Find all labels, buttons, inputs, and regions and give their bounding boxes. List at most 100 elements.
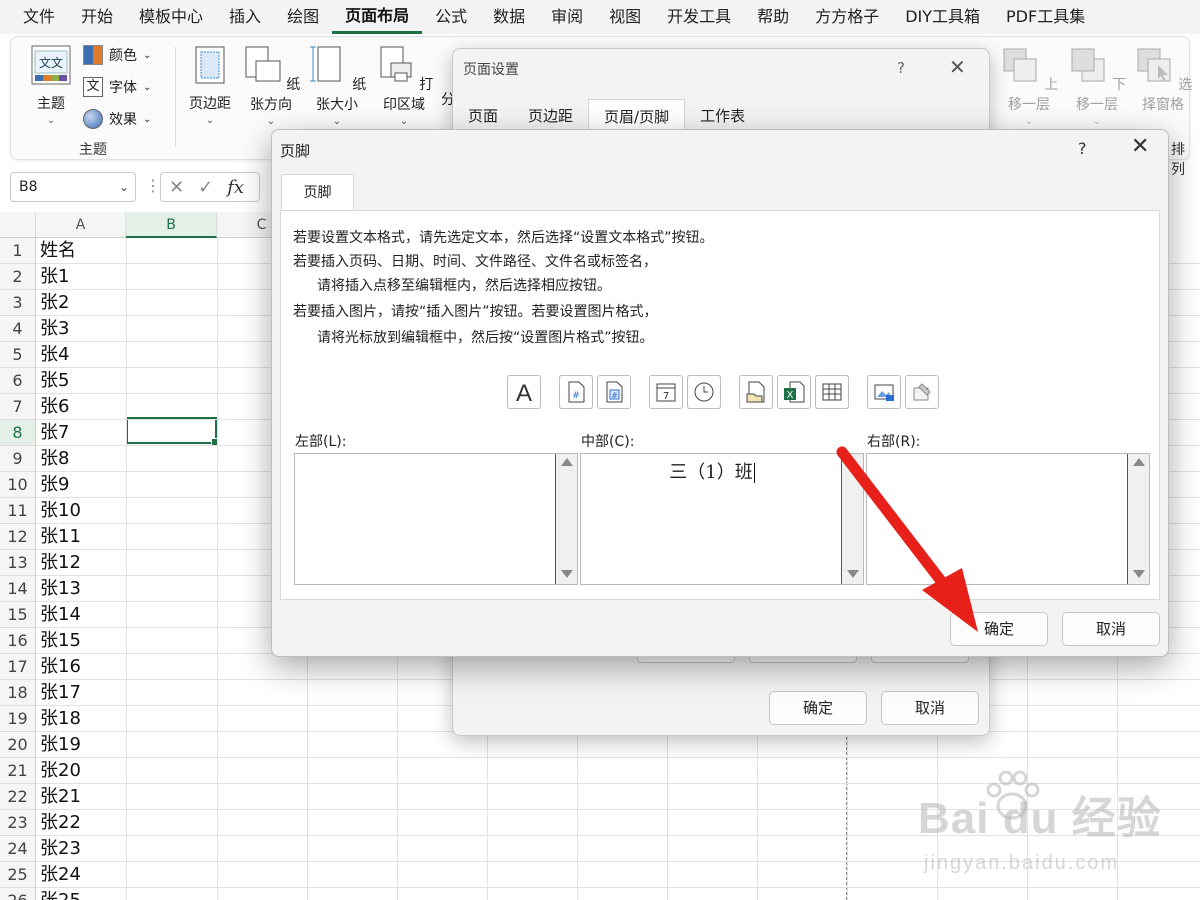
cell-a[interactable]: 张25 [36,888,126,900]
row-header[interactable]: 21 [0,758,36,784]
tab-margins[interactable]: 页边距 [513,99,588,133]
fonts-button[interactable]: 文 字体 ⌄ [83,77,151,97]
menu-item[interactable]: 方方格子 [802,0,892,34]
cell-a[interactable]: 张10 [36,498,126,524]
cell-a[interactable]: 张24 [36,862,126,888]
row-header[interactable]: 1 [0,238,36,264]
cell-a[interactable]: 张23 [36,836,126,862]
scrollbar[interactable] [1127,454,1149,584]
scroll-up-icon[interactable] [1133,458,1145,466]
page-setup-cancel-button[interactable]: 取消 [881,691,979,725]
insert-page-number-button[interactable]: # [559,375,593,409]
insert-sheet-name-button[interactable] [815,375,849,409]
menu-item[interactable]: 数据 [480,0,538,34]
row-header[interactable]: 14 [0,576,36,602]
name-box[interactable]: B8 ⌄ [10,172,136,202]
cell-a[interactable]: 张21 [36,784,126,810]
menu-item[interactable]: DIY工具箱 [892,0,993,34]
cell-a[interactable]: 张15 [36,628,126,654]
row-header[interactable]: 13 [0,550,36,576]
effects-button[interactable]: 效果 ⌄ [83,109,151,129]
column-header-a[interactable]: A [36,212,126,238]
cell-a[interactable]: 张7 [36,420,126,446]
confirm-edit-icon[interactable]: ✓ [198,177,213,198]
cell-a[interactable]: 张6 [36,394,126,420]
cell-a[interactable]: 张1 [36,264,126,290]
insert-time-button[interactable] [687,375,721,409]
insert-page-count-button[interactable]: # [597,375,631,409]
menu-item[interactable]: 视图 [596,0,654,34]
menu-item[interactable]: 帮助 [744,0,802,34]
row-header[interactable]: 23 [0,810,36,836]
menu-item[interactable]: 公式 [422,0,480,34]
send-backward-button[interactable]: 下移一层 ⌄ [1065,45,1129,127]
help-icon[interactable]: ? [1078,139,1087,158]
menu-item[interactable]: PDF工具集 [993,0,1098,34]
row-header[interactable]: 11 [0,498,36,524]
row-header[interactable]: 10 [0,472,36,498]
page-setup-ok-button[interactable]: 确定 [769,691,867,725]
cell-a[interactable]: 张17 [36,680,126,706]
menu-item[interactable]: 审阅 [538,0,596,34]
insert-function-icon[interactable]: fx [227,177,244,198]
insert-file-path-button[interactable] [739,375,773,409]
cell-a[interactable]: 张22 [36,810,126,836]
scroll-up-icon[interactable] [561,458,573,466]
scroll-down-icon[interactable] [1133,570,1145,578]
left-section-editbox[interactable] [294,453,578,585]
row-header[interactable]: 6 [0,368,36,394]
row-header[interactable]: 12 [0,524,36,550]
size-button[interactable]: 纸张大小 ⌄ [307,45,367,127]
menu-item[interactable]: 开发工具 [654,0,744,34]
row-header[interactable]: 17 [0,654,36,680]
tab-header-footer[interactable]: 页眉/页脚 [588,99,686,133]
cell-a[interactable]: 张11 [36,524,126,550]
row-header[interactable]: 15 [0,602,36,628]
scrollbar[interactable] [555,454,577,584]
row-header[interactable]: 3 [0,290,36,316]
cancel-edit-icon[interactable]: ✕ [169,177,184,198]
print-area-button[interactable]: 打印区域 ⌄ [373,45,435,127]
cell-a[interactable]: 张8 [36,446,126,472]
insert-picture-button[interactable] [867,375,901,409]
cell-a[interactable]: 张3 [36,316,126,342]
cell-a[interactable]: 张20 [36,758,126,784]
cell-a[interactable]: 张14 [36,602,126,628]
row-header[interactable]: 4 [0,316,36,342]
insert-file-name-button[interactable]: X [777,375,811,409]
margins-button[interactable]: 页边距 ⌄ [185,45,235,126]
row-header[interactable]: 7 [0,394,36,420]
scroll-down-icon[interactable] [561,570,573,578]
cell-a[interactable]: 张13 [36,576,126,602]
row-header[interactable]: 24 [0,836,36,862]
menu-item[interactable]: 文件 [10,0,68,34]
format-picture-button[interactable] [905,375,939,409]
close-icon[interactable]: ✕ [949,55,966,79]
tab-page[interactable]: 页面 [453,99,513,133]
cell-a[interactable]: 张5 [36,368,126,394]
cell-a[interactable]: 张16 [36,654,126,680]
row-header[interactable]: 26 [0,888,36,900]
row-header[interactable]: 9 [0,446,36,472]
footer-cancel-button[interactable]: 取消 [1062,612,1160,646]
menu-item[interactable]: 页面布局 [332,0,423,34]
menu-item[interactable]: 绘图 [274,0,332,34]
cell-a[interactable]: 姓名 [36,238,126,264]
insert-date-button[interactable]: 7 [649,375,683,409]
cell-a[interactable]: 张9 [36,472,126,498]
cell-a[interactable]: 张12 [36,550,126,576]
tab-footer[interactable]: 页脚 [281,174,354,211]
row-header[interactable]: 25 [0,862,36,888]
cell-a[interactable]: 张2 [36,290,126,316]
selection-pane-button[interactable]: 选择窗格 [1131,45,1195,114]
center-section-editbox[interactable]: 三（1）班 [580,453,864,585]
row-header[interactable]: 5 [0,342,36,368]
row-header[interactable]: 8 [0,420,36,446]
bring-forward-button[interactable]: 上移一层 ⌄ [997,45,1061,127]
cell-a[interactable]: 张19 [36,732,126,758]
menu-item[interactable]: 插入 [216,0,274,34]
colors-button[interactable]: 颜色 ⌄ [83,45,151,65]
row-header[interactable]: 19 [0,706,36,732]
orientation-button[interactable]: 纸张方向 ⌄ [241,45,301,127]
row-header[interactable]: 20 [0,732,36,758]
